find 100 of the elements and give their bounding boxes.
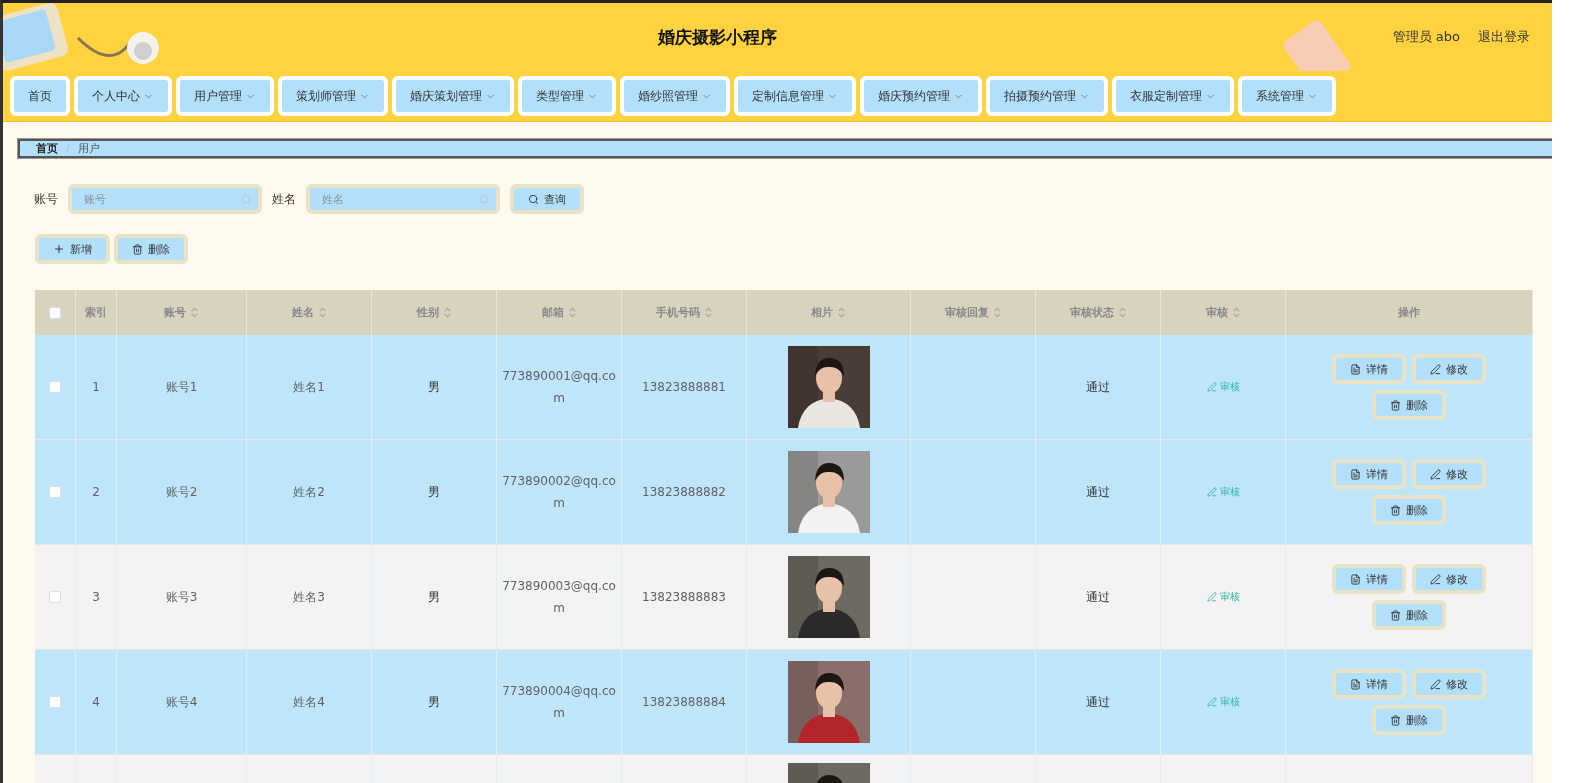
details-button[interactable]: 详情 [1332,354,1406,384]
cell-text: 1 [92,379,100,396]
trash-icon [1390,399,1401,411]
logout-link[interactable]: 退出登录 [1478,28,1530,46]
sort-icon[interactable] [317,305,327,320]
nav-menu-item[interactable]: 婚庆策划管理 [392,76,514,116]
cell-text: 773890001@qq.com [502,368,616,407]
pen-icon [1206,382,1217,392]
cell-text: 男 [428,694,440,711]
trash-icon [1390,504,1401,516]
cell-text: 13823888882 [642,484,726,501]
nav-menu-item[interactable]: 用户管理 [176,76,274,116]
text-input[interactable]: 姓名 [320,192,479,206]
text-input[interactable]: 账号 [82,192,241,206]
nav-menu-item[interactable]: 首页 [10,76,70,116]
plus-icon [53,243,65,255]
trash-icon [132,243,143,255]
query-button[interactable]: 查询 [510,184,584,214]
breadcrumb-link[interactable]: 首页 [36,141,58,156]
sort-icon[interactable] [190,305,199,320]
edit-button[interactable]: 修改 [1412,564,1486,594]
details-button[interactable]: 详情 [1332,459,1406,489]
cell-text: 男 [428,379,440,396]
nav-menu-item[interactable]: 衣服定制管理 [1112,76,1234,116]
cell-text: 账号1 [165,379,198,396]
cell-text: 账号2 [165,484,198,501]
sort-icon[interactable] [703,305,713,320]
nav-menu-item[interactable]: 类型管理 [518,76,616,116]
cell-text: 2 [92,484,100,501]
pen-icon [1206,592,1217,602]
cell-text: 男 [428,484,440,501]
sort-icon[interactable] [567,305,577,320]
nav-menu-item[interactable]: 定制信息管理 [734,76,856,116]
nav-menu-item[interactable]: 系统管理 [1238,76,1336,116]
field-label: 姓名 [272,190,296,208]
cell-text: 3 [92,589,100,606]
pen-icon [1206,487,1217,497]
pen-icon [1206,697,1217,707]
pen-icon [1430,363,1441,375]
nav-menu-item[interactable]: 个人中心 [74,76,172,116]
delete-button[interactable]: 删除 [1372,495,1446,525]
breadcrumb-current: 用户 [77,141,100,156]
column-title: 索引 [85,305,107,320]
delete-button[interactable]: 删除 [1372,705,1446,735]
cell-text: 773890002@qq.com [502,473,616,512]
cell-text: 通过 [1086,484,1110,501]
search-field[interactable]: 账号 [68,184,262,214]
delete-button[interactable]: 删除 [1372,390,1446,420]
app-title: 婚庆摄影小程序 [656,25,779,49]
document-icon [1350,573,1361,585]
nav-menu-item[interactable]: 婚纱照管理 [620,76,730,116]
select-all-checkbox[interactable] [49,306,61,319]
cell-text: 通过 [1086,694,1110,711]
document-icon [1350,468,1361,480]
edit-button[interactable]: 修改 [1412,669,1486,699]
cell-text: 13823888881 [642,379,726,396]
search-icon [241,193,252,205]
row-checkbox[interactable] [49,591,61,603]
add-button[interactable]: 新增 [35,234,110,264]
row-checkbox[interactable] [49,381,61,393]
sort-icon[interactable] [1231,305,1241,320]
edit-button[interactable]: 修改 [1412,459,1486,489]
column-title: 操作 [1398,305,1420,320]
cell-text: 账号4 [165,694,198,711]
cell-text: 4 [92,694,100,711]
sort-icon[interactable] [992,305,1002,320]
cell-text: 账号3 [165,589,198,606]
search-field[interactable]: 姓名 [306,184,500,214]
sort-icon[interactable] [442,305,452,320]
cell-text: 姓名3 [293,589,325,606]
admin-name: 管理员 abo [1392,28,1460,46]
trash-icon [1390,609,1401,621]
cell-text: 姓名4 [293,694,325,711]
document-icon [1350,678,1361,690]
trash-icon [1390,714,1401,726]
delete-button[interactable]: 删除 [114,234,188,264]
search-icon [479,193,490,205]
cell-text: 773890003@qq.com [502,578,616,617]
pen-icon [1430,573,1441,585]
nav-menu-item[interactable]: 婚庆预约管理 [860,76,982,116]
nav-menu-item[interactable]: 策划师管理 [278,76,388,116]
delete-button[interactable]: 删除 [1372,600,1446,630]
search-icon [528,193,539,205]
edit-button[interactable]: 修改 [1412,354,1486,384]
nav-menu-item[interactable]: 拍摄预约管理 [986,76,1108,116]
row-checkbox[interactable] [49,696,61,708]
cell-text: 13823888883 [642,589,726,606]
sort-icon[interactable] [837,305,846,320]
cell-text: 姓名1 [293,379,325,396]
document-icon [1350,363,1361,375]
details-button[interactable]: 详情 [1332,669,1406,699]
field-label: 账号 [34,190,58,208]
details-button[interactable]: 详情 [1332,564,1406,594]
row-checkbox[interactable] [49,486,61,498]
pen-icon [1430,468,1441,480]
sort-icon[interactable] [1117,305,1127,320]
pen-icon [1430,678,1441,690]
cell-text: 通过 [1086,589,1110,606]
cell-text: 男 [428,589,440,606]
cell-text: 姓名2 [293,484,325,501]
